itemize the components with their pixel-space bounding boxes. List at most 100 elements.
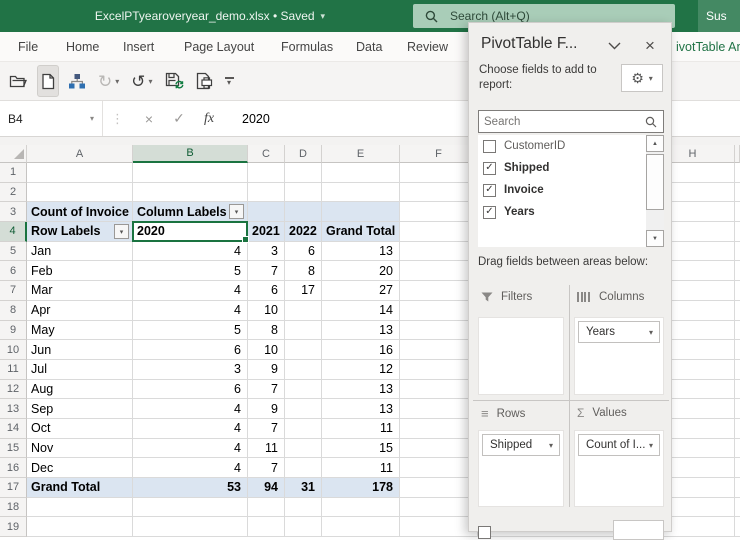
cell-D2[interactable] bbox=[285, 183, 322, 203]
cell-F13[interactable] bbox=[400, 399, 478, 419]
cell-E11[interactable]: 12 bbox=[322, 360, 400, 380]
cell-C6[interactable]: 7 bbox=[248, 261, 285, 281]
column-header-F[interactable]: F bbox=[400, 145, 478, 163]
tab-insert[interactable]: Insert bbox=[123, 32, 154, 62]
row-header-3[interactable]: 3 bbox=[0, 202, 27, 222]
close-icon[interactable]: × bbox=[641, 37, 659, 55]
cell-C2[interactable] bbox=[248, 183, 285, 203]
field-list-scrollbar[interactable]: ▲ ▼ bbox=[646, 135, 664, 247]
cell-E18[interactable] bbox=[322, 498, 400, 518]
cell-E17[interactable]: 178 bbox=[322, 478, 400, 498]
cell-B13[interactable]: 4 bbox=[133, 399, 248, 419]
row-header-4[interactable]: 4 bbox=[0, 222, 27, 242]
rows-field-pill[interactable]: Shipped▾ bbox=[482, 434, 560, 456]
cancel-icon[interactable]: × bbox=[134, 106, 164, 132]
document-title[interactable]: ExcelPTyearoveryear_demo.xlsx • Saved ▾ bbox=[0, 0, 420, 32]
cell-F7[interactable] bbox=[400, 281, 478, 301]
cell-F10[interactable] bbox=[400, 340, 478, 360]
tab-page-layout[interactable]: Page Layout bbox=[184, 32, 254, 62]
cell-E4[interactable]: Grand Total bbox=[322, 222, 400, 242]
cell-A13[interactable]: Sep bbox=[27, 399, 133, 419]
field-item-years[interactable]: ✓Years bbox=[478, 201, 664, 223]
cell-D10[interactable] bbox=[285, 340, 322, 360]
cell-E2[interactable] bbox=[322, 183, 400, 203]
cell-A2[interactable] bbox=[27, 183, 133, 203]
tab-data[interactable]: Data bbox=[356, 32, 382, 62]
row-header-14[interactable]: 14 bbox=[0, 419, 27, 439]
cell-F18[interactable] bbox=[400, 498, 478, 518]
row-header-5[interactable]: 5 bbox=[0, 242, 27, 262]
cell-E7[interactable]: 27 bbox=[322, 281, 400, 301]
row-header-15[interactable]: 15 bbox=[0, 439, 27, 459]
cell-D18[interactable] bbox=[285, 498, 322, 518]
cell-C12[interactable]: 7 bbox=[248, 380, 285, 400]
cell-F4[interactable] bbox=[400, 222, 478, 242]
cell-B10[interactable]: 6 bbox=[133, 340, 248, 360]
cell-A8[interactable]: Apr bbox=[27, 301, 133, 321]
row-header-11[interactable]: 11 bbox=[0, 360, 27, 380]
cell-C3[interactable] bbox=[248, 202, 285, 222]
cell-A16[interactable]: Dec bbox=[27, 458, 133, 478]
defer-layout-checkbox[interactable] bbox=[478, 526, 491, 539]
cell-B18[interactable] bbox=[133, 498, 248, 518]
cell-E10[interactable]: 16 bbox=[322, 340, 400, 360]
cell-F12[interactable] bbox=[400, 380, 478, 400]
cell-A9[interactable]: May bbox=[27, 321, 133, 341]
cell-B12[interactable]: 6 bbox=[133, 380, 248, 400]
column-header-E[interactable]: E bbox=[322, 145, 400, 163]
cell-D17[interactable]: 31 bbox=[285, 478, 322, 498]
cell-C9[interactable]: 8 bbox=[248, 321, 285, 341]
drag-handle-icon[interactable]: ⋮ bbox=[111, 111, 124, 127]
select-all-corner[interactable] bbox=[14, 149, 24, 159]
cell-A1[interactable] bbox=[27, 163, 133, 183]
row-header-16[interactable]: 16 bbox=[0, 458, 27, 478]
cell-B17[interactable]: 53 bbox=[133, 478, 248, 498]
row-header-13[interactable]: 13 bbox=[0, 399, 27, 419]
cell-C4[interactable]: 2021 bbox=[248, 222, 285, 242]
cell-F14[interactable] bbox=[400, 419, 478, 439]
cell-F19[interactable] bbox=[400, 517, 478, 537]
cell-C5[interactable]: 3 bbox=[248, 242, 285, 262]
row-header-2[interactable]: 2 bbox=[0, 183, 27, 203]
checkbox-unchecked-icon[interactable] bbox=[483, 140, 496, 153]
cell-D4[interactable]: 2022 bbox=[285, 222, 322, 242]
row-header-19[interactable]: 19 bbox=[0, 517, 27, 537]
column-header-C[interactable]: C bbox=[248, 145, 285, 163]
cell-C7[interactable]: 6 bbox=[248, 281, 285, 301]
row-header-1[interactable]: 1 bbox=[0, 163, 27, 183]
cell-D9[interactable] bbox=[285, 321, 322, 341]
cell-D13[interactable] bbox=[285, 399, 322, 419]
cell-D15[interactable] bbox=[285, 439, 322, 459]
cell-A3[interactable]: Count of Invoice bbox=[27, 202, 133, 222]
cell-E19[interactable] bbox=[322, 517, 400, 537]
cell-A10[interactable]: Jun bbox=[27, 340, 133, 360]
cell-B1[interactable] bbox=[133, 163, 248, 183]
cell-C16[interactable]: 7 bbox=[248, 458, 285, 478]
cell-C15[interactable]: 11 bbox=[248, 439, 285, 459]
cell-C11[interactable]: 9 bbox=[248, 360, 285, 380]
name-box[interactable]: B4 ▾ bbox=[0, 101, 103, 136]
cell-E12[interactable]: 13 bbox=[322, 380, 400, 400]
row-header-18[interactable]: 18 bbox=[0, 498, 27, 518]
tab-home[interactable]: Home bbox=[66, 32, 99, 62]
chevron-down-icon[interactable] bbox=[605, 37, 623, 55]
new-file-icon[interactable] bbox=[37, 65, 59, 97]
cell-A19[interactable] bbox=[27, 517, 133, 537]
cell-D3[interactable] bbox=[285, 202, 322, 222]
field-item-customerid[interactable]: CustomerID bbox=[478, 135, 664, 157]
insert-function-icon[interactable]: fx bbox=[194, 106, 224, 132]
cell-E9[interactable]: 13 bbox=[322, 321, 400, 341]
cell-E5[interactable]: 13 bbox=[322, 242, 400, 262]
cell-E1[interactable] bbox=[322, 163, 400, 183]
filter-dropdown-icon[interactable]: ▾ bbox=[114, 224, 129, 239]
toolbar-overflow-icon[interactable]: ▾ bbox=[222, 66, 237, 96]
tab-formulas[interactable]: Formulas bbox=[281, 32, 333, 62]
undo-icon[interactable]: ↺ ▾ bbox=[128, 66, 155, 96]
cell-F6[interactable] bbox=[400, 261, 478, 281]
column-header-B[interactable]: B bbox=[133, 145, 248, 163]
cell-B3[interactable]: Column Labels▾ bbox=[133, 202, 248, 222]
account-button[interactable]: Sus bbox=[698, 0, 740, 32]
cell-B7[interactable]: 4 bbox=[133, 281, 248, 301]
cell-C1[interactable] bbox=[248, 163, 285, 183]
row-header-7[interactable]: 7 bbox=[0, 281, 27, 301]
